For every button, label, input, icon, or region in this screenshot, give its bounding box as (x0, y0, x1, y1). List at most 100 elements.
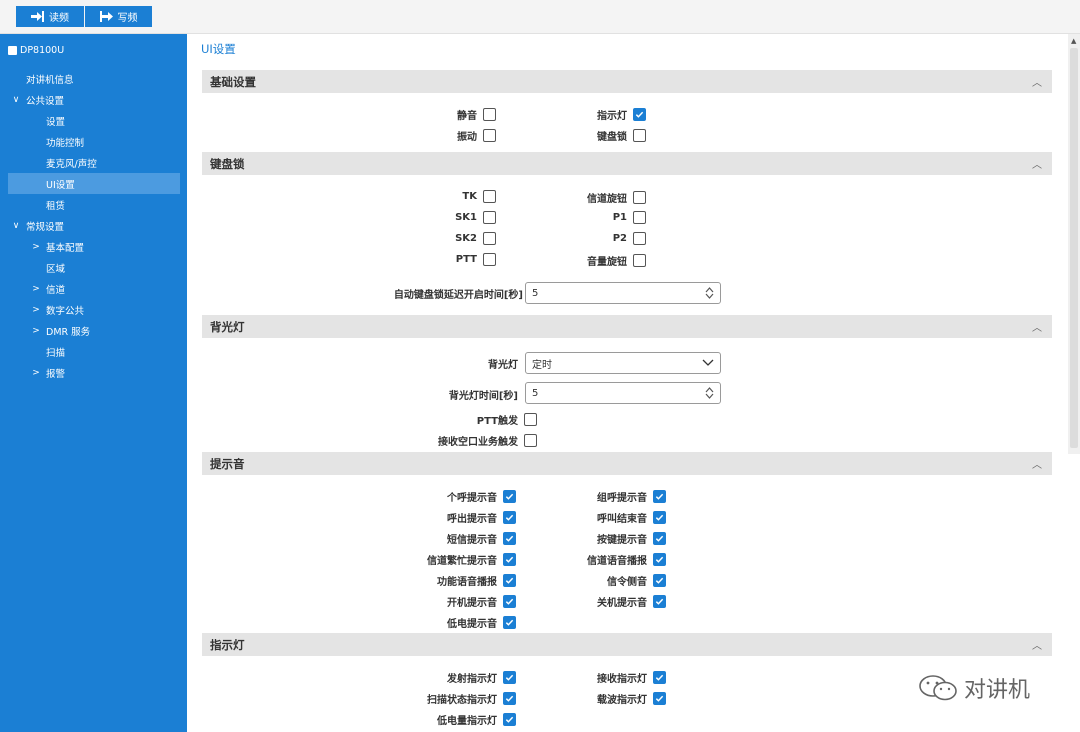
sidebar-item[interactable]: 区域 (8, 257, 180, 278)
backlight-time-spinner[interactable]: 5 (525, 382, 721, 404)
mute-checkbox[interactable] (483, 108, 496, 121)
checkmark-icon (655, 556, 664, 563)
sidebar-item[interactable]: 对讲机信息 (8, 68, 180, 89)
read-button[interactable]: 读频 (16, 6, 84, 27)
tone-checkbox[interactable] (503, 616, 516, 629)
sk2-label: SK2 (455, 233, 477, 244)
section-tones[interactable]: 提示音 ︿ (202, 452, 1052, 475)
indicator-light-checkbox[interactable] (633, 108, 646, 121)
scroll-up-icon[interactable]: ▲ (1071, 37, 1076, 45)
keypad-lock-checkbox[interactable] (633, 129, 646, 142)
section-indicator[interactable]: 指示灯 ︿ (202, 633, 1052, 656)
sidebar-item[interactable]: > 报警 (8, 362, 180, 383)
sidebar-item[interactable]: 设置 (8, 110, 180, 131)
indicator-checkbox[interactable] (503, 671, 516, 684)
channel-knob-checkbox[interactable] (633, 191, 646, 204)
checkmark-icon (635, 111, 644, 118)
indicator-checkbox[interactable] (503, 692, 516, 705)
tone-checkbox[interactable] (653, 532, 666, 545)
sidebar-item-label: 报警 (46, 368, 66, 380)
sidebar-item[interactable]: UI设置 (8, 173, 180, 194)
tone-checkbox[interactable] (503, 553, 516, 566)
sidebar-item[interactable]: 功能控制 (8, 131, 180, 152)
rx-trigger-label: 接收空口业务触发 (438, 437, 518, 448)
ptt-trigger-checkbox[interactable] (524, 413, 537, 426)
sidebar-root[interactable]: DP8100U (8, 45, 64, 56)
sidebar-item[interactable]: > 信道 (8, 278, 180, 299)
tone-label: 功能语音播报 (437, 577, 497, 588)
chevron-icon[interactable]: > (30, 368, 42, 378)
checkmark-icon (655, 674, 664, 681)
write-button[interactable]: 写频 (85, 6, 152, 27)
vibrate-option: 振动 (387, 128, 496, 143)
tone-checkbox[interactable] (653, 595, 666, 608)
sk1-checkbox[interactable] (483, 211, 496, 224)
tone-checkbox[interactable] (653, 553, 666, 566)
tone-checkbox[interactable] (503, 574, 516, 587)
collapse-icon[interactable]: ︿ (1032, 456, 1042, 471)
p1-checkbox[interactable] (633, 211, 646, 224)
collapse-icon[interactable]: ︿ (1032, 156, 1042, 171)
sidebar-item[interactable]: 扫描 (8, 341, 180, 362)
p2-checkbox[interactable] (633, 232, 646, 245)
section-backlight[interactable]: 背光灯 ︿ (202, 315, 1052, 338)
vibrate-checkbox[interactable] (483, 129, 496, 142)
tone-checkbox[interactable] (503, 595, 516, 608)
chevron-down-icon (702, 359, 714, 366)
ptt-option: PTT (387, 253, 496, 266)
tone-checkbox[interactable] (653, 490, 666, 503)
sidebar-item-label: 对讲机信息 (26, 74, 74, 86)
collapse-icon[interactable]: ︿ (1032, 74, 1042, 89)
rx-trigger-checkbox[interactable] (524, 434, 537, 447)
tone-checkbox[interactable] (503, 511, 516, 524)
volume-knob-checkbox[interactable] (633, 254, 646, 267)
spinner-icon[interactable] (705, 287, 714, 299)
watermark-text: 对讲机 (964, 678, 1031, 703)
sidebar-item[interactable]: ∨ 常规设置 (8, 215, 180, 236)
tone-checkbox[interactable] (503, 532, 516, 545)
sidebar-item[interactable]: 租赁 (8, 194, 180, 215)
checkmark-icon (655, 514, 664, 521)
chevron-icon[interactable]: > (30, 305, 42, 315)
collapse-icon[interactable]: ︿ (1032, 319, 1042, 334)
read-icon (31, 11, 44, 22)
indicator-checkbox[interactable] (653, 692, 666, 705)
auto-lock-delay-value: 5 (532, 287, 539, 299)
sidebar-item[interactable]: > DMR 服务 (8, 320, 180, 341)
chevron-icon[interactable]: ∨ (10, 221, 22, 231)
scrollbar-thumb[interactable] (1070, 48, 1078, 448)
sk2-checkbox[interactable] (483, 232, 496, 245)
p2-option: P2 (537, 232, 646, 245)
tone-checkbox[interactable] (503, 490, 516, 503)
auto-lock-delay-spinner[interactable]: 5 (525, 282, 721, 304)
read-button-label: 读频 (49, 13, 69, 24)
sidebar-item[interactable]: 麦克风/声控 (8, 152, 180, 173)
backlight-mode-select[interactable]: 定时 (525, 352, 721, 374)
tone-option: 短信提示音 (337, 531, 516, 546)
collapse-icon[interactable]: ︿ (1032, 637, 1042, 652)
indicator-checkbox[interactable] (503, 713, 516, 726)
chevron-icon[interactable]: > (30, 284, 42, 294)
ptt-checkbox[interactable] (483, 253, 496, 266)
tone-checkbox[interactable] (653, 511, 666, 524)
checkmark-icon (655, 695, 664, 702)
ptt-trigger-label: PTT触发 (476, 416, 518, 427)
sidebar-item[interactable]: > 基本配置 (8, 236, 180, 257)
page-title: UI设置 (201, 42, 236, 56)
sidebar-item[interactable]: > 数字公共 (8, 299, 180, 320)
ptt-trigger-option: PTT触发 (337, 412, 537, 427)
tone-label: 信道语音播报 (587, 556, 647, 567)
sidebar-item[interactable]: ∨ 公共设置 (8, 89, 180, 110)
checkmark-icon (505, 598, 514, 605)
indicator-checkbox[interactable] (653, 671, 666, 684)
tone-option: 组呼提示音 (537, 489, 666, 504)
section-keylock[interactable]: 键盘锁 ︿ (202, 152, 1052, 175)
tk-checkbox[interactable] (483, 190, 496, 203)
section-basic[interactable]: 基础设置 ︿ (202, 70, 1052, 93)
tone-checkbox[interactable] (653, 574, 666, 587)
chevron-icon[interactable]: > (30, 326, 42, 336)
chevron-icon[interactable]: ∨ (10, 95, 22, 105)
vertical-scrollbar[interactable]: ▲ (1068, 34, 1080, 454)
chevron-icon[interactable]: > (30, 242, 42, 252)
spinner-icon[interactable] (705, 387, 714, 399)
